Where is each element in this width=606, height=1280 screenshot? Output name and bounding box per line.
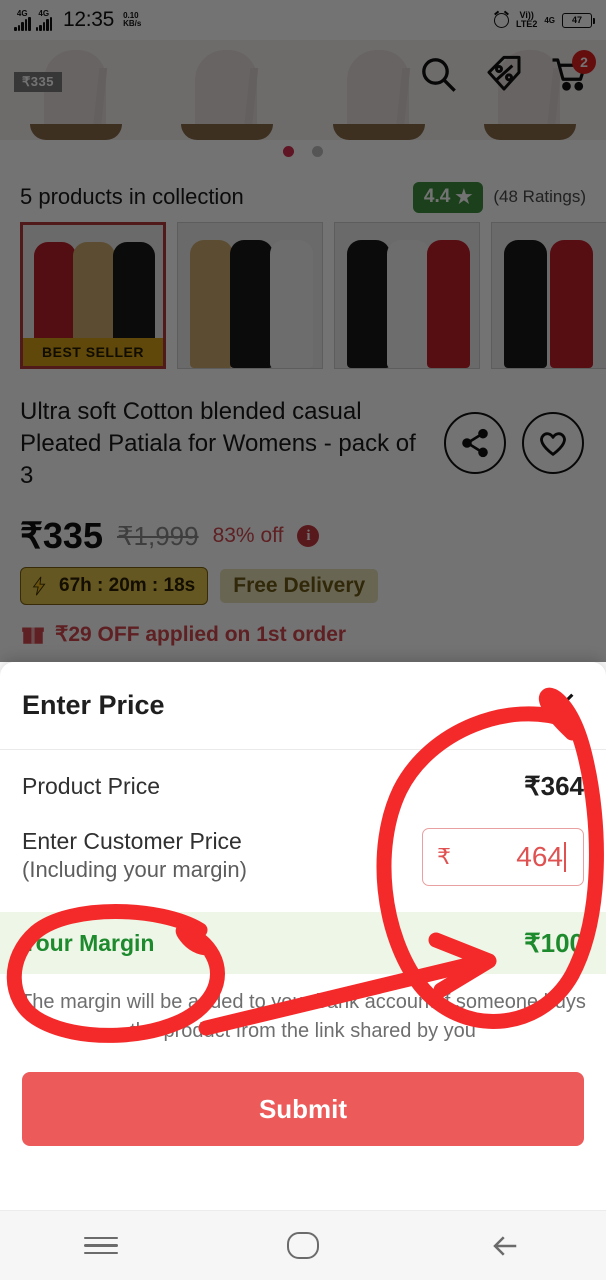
status-bar-right: Vi)) LTE2 4G 47 [493, 10, 595, 30]
carrier-indicator: Vi)) LTE2 [515, 10, 538, 30]
customer-price-row: Enter Customer Price (Including your mar… [0, 822, 606, 912]
sheet-title: Enter Price [22, 690, 165, 720]
status-bar-clock: 12:35 [63, 8, 115, 31]
info-icon[interactable]: i [297, 525, 320, 547]
best-seller-badge: BEST SELLER [23, 338, 163, 366]
star-icon: ★ [455, 186, 473, 208]
discount-tag-icon[interactable] [482, 52, 526, 96]
mrp-price: ₹1,999 [116, 520, 199, 551]
rating-value: 4.4 [423, 186, 451, 207]
signal-bars-icon [35, 16, 52, 31]
phone-screen: 4G 4G 12:35 0.10 KB/s Vi)) LTE2 4G 47 ₹3… [0, 0, 606, 1280]
submit-wrapper: Submit [0, 1046, 606, 1146]
free-delivery-badge: Free Delivery [220, 569, 379, 603]
collection-row: 5 products in collection 4.4 ★ (48 Ratin… [0, 176, 606, 218]
cart-badge: 2 [572, 50, 596, 74]
enter-price-sheet: Enter Price Product Price ₹364 Enter Cus… [0, 662, 606, 1210]
sheet-header: Enter Price [0, 662, 606, 750]
search-icon[interactable] [416, 52, 460, 96]
collection-title: 5 products in collection [20, 184, 244, 209]
customer-price-labels: Enter Customer Price (Including your mar… [22, 828, 247, 883]
customer-price-text: 464 [516, 841, 563, 872]
product-thumbnail[interactable] [334, 222, 480, 369]
first-order-offer-row: ₹29 OFF applied on 1st order [20, 620, 346, 648]
carrier-network: LTE2 [515, 19, 538, 29]
customer-price-input[interactable]: ₹ 464 [422, 828, 584, 886]
sim1-signal: 4G [14, 9, 31, 31]
first-order-offer-text: ₹29 OFF applied on 1st order [55, 622, 347, 646]
carousel-dot-active[interactable] [283, 146, 294, 157]
share-icon[interactable] [444, 412, 506, 474]
product-thumbnail-list[interactable]: BEST SELLER [20, 222, 606, 369]
network-type-label: 4G [544, 15, 555, 25]
rating-group[interactable]: 4.4 ★ (48 Ratings) [412, 181, 586, 213]
close-icon[interactable] [538, 683, 584, 729]
margin-value: ₹100 [524, 927, 584, 958]
network-speed: 0.10 KB/s [123, 12, 141, 28]
network-speed-unit: KB/s [123, 19, 142, 28]
product-thumbnail[interactable]: BEST SELLER [20, 222, 166, 369]
alarm-icon [493, 12, 509, 28]
heart-icon[interactable] [522, 412, 584, 474]
sim2-signal: 4G [35, 9, 52, 31]
customer-price-sublabel: (Including your margin) [22, 857, 247, 882]
recents-icon[interactable] [66, 1221, 136, 1271]
ratings-count: (48 Ratings) [493, 187, 586, 206]
product-price-row: Product Price ₹364 [0, 750, 606, 822]
android-nav-bar [0, 1210, 606, 1280]
product-price-value: ₹364 [524, 770, 584, 801]
back-icon[interactable] [470, 1221, 540, 1271]
offer-badge-row: 67h : 20m : 18s Free Delivery [20, 567, 379, 605]
text-caret [564, 842, 566, 872]
product-thumbnail[interactable] [491, 222, 606, 369]
header-action-icons: 2 [416, 50, 596, 96]
home-icon[interactable] [268, 1221, 338, 1271]
customer-price-label: Enter Customer Price [22, 828, 242, 854]
hero-price-tag: ₹335 [14, 72, 62, 92]
status-bar-left: 4G 4G 12:35 0.10 KB/s [14, 8, 141, 32]
your-margin-row: Your Margin ₹100 [0, 912, 606, 974]
cart-icon[interactable]: 2 [548, 50, 596, 96]
margin-note: The margin will be added to your bank ac… [20, 991, 586, 1042]
product-price-label: Product Price [22, 772, 161, 799]
submit-button[interactable]: Submit [22, 1072, 584, 1146]
status-bar: 4G 4G 12:35 0.10 KB/s Vi)) LTE2 4G 47 [0, 0, 606, 40]
gift-icon [22, 625, 44, 644]
page-title: Ultra soft Cotton blended casual Pleated… [20, 398, 416, 489]
discount-percent: 83% off [212, 524, 284, 547]
product-action-icons [444, 412, 584, 474]
margin-label: Your Margin [22, 929, 155, 956]
carousel-image[interactable] [151, 40, 303, 140]
carousel-dot[interactable] [312, 146, 323, 157]
battery-icon: 47 [562, 12, 595, 28]
lightning-icon [32, 576, 46, 596]
signal-bars-icon [14, 16, 31, 31]
product-thumbnail[interactable] [177, 222, 323, 369]
price-row: ₹335 ₹1,999 83% off i [20, 515, 320, 557]
current-price: ₹335 [20, 515, 103, 556]
carousel-dots[interactable] [0, 146, 606, 157]
rupee-symbol-icon: ₹ [437, 844, 451, 869]
customer-price-value[interactable]: 464 [516, 841, 569, 873]
rating-badge[interactable]: 4.4 ★ [412, 181, 484, 213]
deal-timer: 67h : 20m : 18s [20, 567, 209, 605]
deal-timer-text: 67h : 20m : 18s [59, 575, 196, 596]
product-detail-page: 4G 4G 12:35 0.10 KB/s Vi)) LTE2 4G 47 ₹3… [0, 0, 606, 662]
